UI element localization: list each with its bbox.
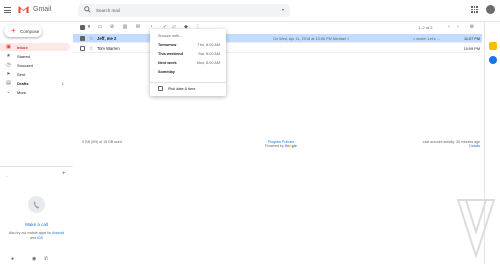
pagination-text: 1–2 of 2	[418, 24, 433, 30]
sidebar-item-inbox[interactable]: ▣ Inbox	[0, 43, 70, 51]
snooze-option-time: Mon, 8:00 AM	[196, 61, 220, 65]
delete-icon[interactable]: ▥	[122, 24, 128, 30]
search-icon[interactable]	[84, 6, 91, 13]
sidebar-divider	[0, 166, 73, 167]
android-link[interactable]: Android	[52, 231, 64, 235]
report-spam-icon[interactable]: ⊘	[109, 24, 115, 30]
snooze-menu-title: Snooze until...	[158, 34, 183, 38]
account-activity: Last account activity: 26 minutes ago De…	[400, 140, 480, 148]
email-row[interactable]: ☆ Tom Warren 10:59 PM	[73, 44, 482, 53]
select-all-checkbox[interactable]	[80, 24, 85, 30]
mobile-apps-text: Also try our mobile apps for Android and…	[8, 231, 65, 240]
email-checkbox[interactable]	[80, 36, 85, 41]
snooze-option-time: Thu, 8:00 AM	[197, 43, 220, 47]
snooze-option-this-weekend[interactable]: This weekend Sat, 8:00 AM	[150, 50, 226, 58]
snooze-menu: Snooze until... Tomorrow Thu, 8:00 AM Th…	[150, 29, 226, 96]
sidebar-item-snoozed[interactable]: ◷ Snoozed	[0, 61, 70, 69]
phone-call-icon	[28, 196, 45, 213]
snooze-option-label: Tomorrow	[158, 43, 177, 47]
search-options-icon[interactable]: ▾	[282, 7, 284, 12]
email-sender: Tom Warren	[97, 46, 120, 52]
email-subject: On Wed, Apr 11, 2018 at 10:56 PM Michael…	[273, 36, 350, 41]
footer-center: Program Policies Powered by Google	[258, 140, 304, 148]
older-icon[interactable]: ›	[455, 24, 461, 30]
snooze-option-label: Someday	[158, 70, 175, 74]
snooze-option-next-week[interactable]: Next week Mon, 8:00 AM	[150, 59, 226, 67]
snooze-menu-divider	[150, 81, 226, 83]
mail-toolbar: ▾ ▭ ⊘ ▥ ✉ ◔ ✓ ▱ ◆ ⋮ 1–2 of 2 ‹ › ⚙	[73, 22, 483, 32]
snooze-option-label: This weekend	[158, 52, 183, 56]
chevron-down-icon: ⌄	[6, 88, 11, 95]
hangouts-bottom-bar: ● ◉ ✆	[0, 254, 73, 264]
make-a-call-link[interactable]: Make a call	[0, 222, 73, 227]
account-avatar[interactable]	[486, 5, 495, 14]
keep-icon[interactable]	[489, 42, 497, 50]
app-name: Gmail	[33, 6, 52, 13]
compose-label: Compose	[20, 28, 40, 34]
email-time: 11:07 PM	[464, 36, 480, 41]
powered-by-text: Powered by	[265, 144, 284, 148]
newer-icon[interactable]: ‹	[446, 24, 452, 30]
apps-grid-icon[interactable]	[471, 6, 478, 13]
mobile-apps-and: and	[30, 235, 37, 240]
chat-icon[interactable]: ◉	[32, 256, 36, 262]
pick-date-time-option[interactable]: Pick date & time	[168, 87, 195, 91]
clock-icon: ◷	[6, 61, 11, 68]
details-link[interactable]: Details	[400, 144, 480, 148]
tasks-icon[interactable]	[489, 56, 497, 64]
send-icon: ➤	[6, 70, 11, 77]
phone-icon[interactable]: ✆	[44, 256, 48, 262]
main-menu-icon[interactable]	[4, 7, 11, 13]
person-icon[interactable]: ●	[11, 256, 14, 262]
sidebar-item-sent[interactable]: ➤ Sent	[0, 70, 70, 78]
search-input[interactable]: Search mail	[96, 8, 120, 13]
ios-link[interactable]: iOS	[37, 236, 43, 240]
snooze-option-label: Next week	[158, 61, 177, 65]
google-logo: Google	[284, 144, 297, 148]
hangouts-user[interactable]: -	[6, 173, 7, 178]
compose-button[interactable]: + Compose	[4, 25, 42, 37]
new-conversation-icon[interactable]: +	[62, 171, 66, 177]
sidebar-item-label: More	[17, 89, 27, 95]
sidebar-item-count: 1	[61, 80, 64, 86]
archive-icon[interactable]: ▭	[97, 24, 103, 30]
email-checkbox[interactable]	[80, 46, 85, 51]
mobile-apps-desc: Also try our mobile apps for	[8, 231, 52, 235]
sidebar-item-more[interactable]: ⌄ More	[0, 88, 70, 96]
snooze-option-tomorrow[interactable]: Tomorrow Thu, 8:00 AM	[150, 41, 226, 49]
snooze-option-someday[interactable]: Someday	[150, 68, 226, 76]
email-sender: Jeff, me 2	[97, 36, 117, 42]
select-dropdown-icon[interactable]: ▾	[86, 24, 92, 30]
sidebar-item-label: Drafts	[17, 80, 29, 86]
settings-gear-icon[interactable]: ⚙	[469, 24, 475, 30]
inbox-icon: ▣	[6, 43, 11, 50]
email-time: 10:59 PM	[463, 46, 480, 51]
sidebar-item-starred[interactable]: ★ Starred	[0, 52, 70, 60]
star-icon[interactable]: ☆	[89, 46, 93, 52]
plus-icon: +	[11, 26, 16, 35]
sidebar-item-drafts[interactable]: ▤ Drafts 1	[0, 79, 70, 87]
snooze-option-time: Sat, 8:00 AM	[198, 52, 220, 56]
storage-usage: 0 GB (0%) of 15 GB used	[82, 140, 122, 144]
sidebar-item-label: Sent	[17, 71, 26, 77]
draft-icon: ▤	[6, 79, 11, 86]
mark-as-read-icon[interactable]: ✉	[135, 24, 141, 30]
sidebar-item-label: Inbox	[17, 44, 28, 50]
star-icon[interactable]: ☆	[89, 36, 93, 42]
sidebar-item-label: Snoozed	[17, 62, 33, 68]
sidebar-item-label: Starred	[17, 53, 31, 59]
calendar-icon	[158, 86, 163, 91]
gmail-logo-icon[interactable]	[18, 5, 29, 14]
star-icon: ★	[6, 52, 11, 59]
email-snippet: > wrote: Let's ...	[413, 36, 440, 41]
verge-watermark-icon	[456, 199, 496, 258]
email-row[interactable]: ☆ Jeff, me 2 On Wed, Apr 11, 2018 at 10:…	[73, 34, 482, 43]
